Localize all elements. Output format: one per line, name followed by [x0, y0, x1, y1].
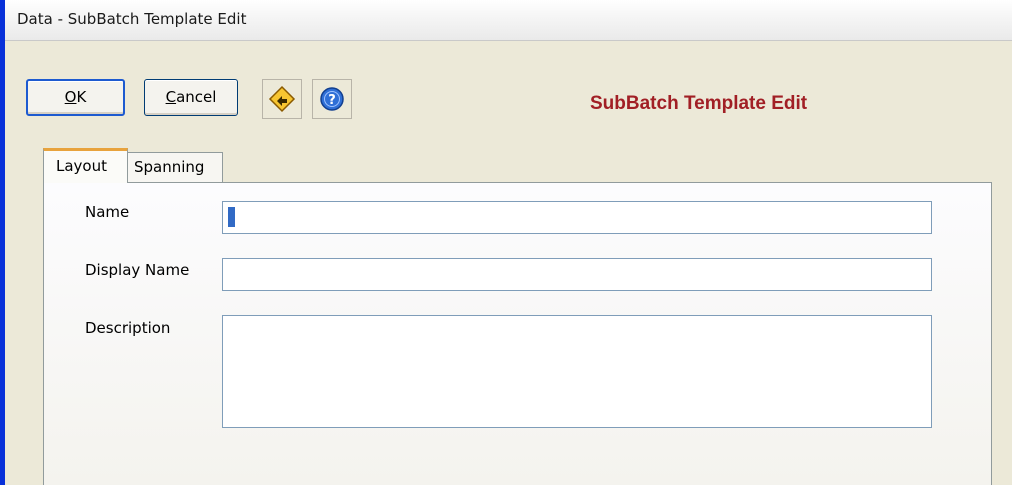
display-name-input[interactable]: [222, 258, 932, 291]
name-label: Name: [85, 203, 130, 221]
title-bar[interactable]: Data - SubBatch Template Edit: [5, 0, 1012, 41]
help-button[interactable]: ?: [312, 79, 352, 119]
help-question-icon: ?: [320, 87, 344, 111]
cancel-button[interactable]: Cancel: [144, 79, 238, 116]
dialog-heading: SubBatch Template Edit: [590, 93, 808, 114]
cancel-label-rest: ancel: [176, 88, 217, 106]
window-title: Data - SubBatch Template Edit: [17, 10, 247, 28]
navigate-button[interactable]: [262, 79, 302, 119]
ok-label-rest: K: [76, 88, 87, 106]
text-cursor: [228, 207, 235, 227]
tab-spanning[interactable]: Spanning: [128, 152, 223, 183]
description-label: Description: [85, 319, 171, 337]
cancel-mnemonic: C: [165, 88, 177, 106]
yellow-diamond-arrow-icon: [268, 85, 296, 113]
svg-text:?: ?: [328, 93, 336, 108]
display-name-label: Display Name: [85, 261, 190, 279]
description-textarea[interactable]: [222, 315, 932, 428]
tab-layout[interactable]: Layout: [43, 148, 128, 183]
name-input[interactable]: [222, 201, 932, 234]
ok-button[interactable]: OK: [26, 79, 125, 116]
ok-mnemonic: O: [64, 88, 77, 106]
